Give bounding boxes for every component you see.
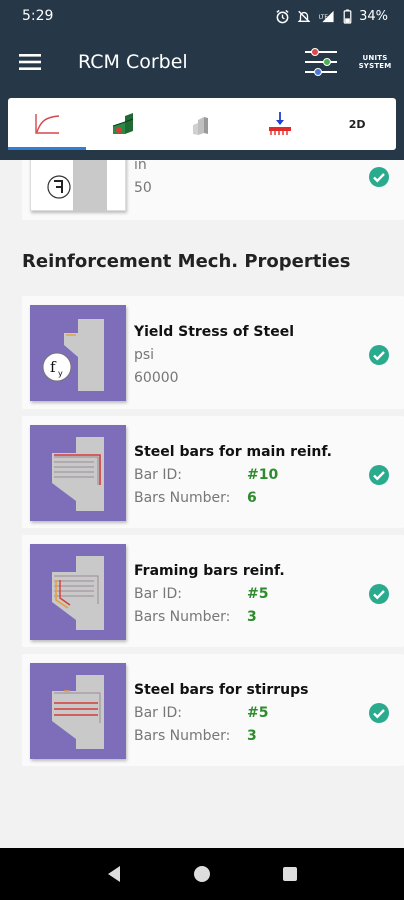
check-icon — [369, 703, 389, 723]
units-label: UNITS — [362, 54, 388, 62]
menu-button[interactable] — [0, 32, 60, 92]
card-title: Yield Stress of Steel — [134, 324, 294, 340]
tab-curve[interactable] — [8, 98, 86, 150]
corbel-3d-icon — [113, 113, 134, 134]
top-card-value: 50 — [134, 180, 152, 196]
system-nav-bar — [0, 848, 404, 900]
app-bar: RCM Corbel UNITS SYSTEM — [0, 32, 404, 92]
home-icon[interactable] — [193, 865, 211, 883]
stirrups-icon — [52, 675, 104, 749]
framing-bars-card[interactable]: Framing bars reinf. Bar ID: #5 Bars Numb… — [22, 535, 404, 647]
card-unit: psi — [134, 347, 155, 363]
card-title: Steel bars for stirrups — [134, 682, 309, 698]
card-label-bars-number: Bars Number: — [134, 728, 231, 744]
card-label-bars-number: Bars Number: — [134, 490, 231, 506]
card-value: 60000 — [134, 370, 179, 386]
alarm-icon — [276, 9, 289, 23]
sliders-icon — [305, 48, 337, 76]
top-card-unit: in — [134, 160, 147, 173]
section-header: Reinforcement Mech. Properties — [0, 232, 404, 294]
section-title: Reinforcement Mech. Properties — [22, 251, 351, 272]
card-value-bars-number: 3 — [247, 609, 257, 625]
stirrups-card[interactable]: Steel bars for stirrups Bar ID: #5 Bars … — [22, 654, 404, 766]
load-arrow-icon — [268, 112, 291, 135]
system-label: SYSTEM — [358, 62, 392, 70]
units-system-button[interactable]: UNITS SYSTEM — [346, 32, 404, 92]
tab-load[interactable] — [241, 98, 319, 150]
card-label-bars-number: Bars Number: — [134, 609, 231, 625]
yield-stress-card[interactable]: f y Yield Stress of Steel psi 60000 — [22, 296, 404, 409]
geometry-card-partial[interactable]: in 50 — [22, 160, 404, 220]
yield-stress-icon: f y — [42, 319, 104, 391]
check-icon — [369, 167, 389, 187]
card-label-bar-id: Bar ID: — [134, 705, 183, 721]
status-time: 5:29 — [22, 8, 54, 24]
corbel-thumbnail — [30, 160, 126, 212]
battery-icon — [343, 8, 352, 24]
tab-corbel-3d[interactable] — [86, 98, 164, 150]
content-scroll[interactable]: in 50 Reinforcement Mech. Properties f y… — [0, 160, 404, 848]
battery-percent: 34% — [359, 8, 388, 24]
app-title: RCM Corbel — [78, 51, 188, 73]
card-value-bar-id: #10 — [247, 467, 279, 483]
card-value-bar-id: #5 — [247, 705, 269, 721]
main-reinf-icon — [52, 437, 104, 511]
main-reinf-thumbnail — [30, 425, 126, 521]
check-icon — [369, 465, 389, 485]
status-bar: 5:29 LTE 34% — [0, 0, 404, 32]
card-title: Framing bars reinf. — [134, 563, 285, 579]
card-value-bars-number: 6 — [247, 490, 257, 506]
tab-column[interactable] — [163, 98, 241, 150]
check-icon — [369, 584, 389, 604]
tab-2d-label: 2D — [348, 117, 366, 131]
tab-2d[interactable]: 2D — [318, 98, 396, 150]
card-value-bar-id: #5 — [247, 586, 269, 602]
tab-bar: 2D — [8, 98, 396, 150]
recents-icon[interactable] — [282, 866, 298, 882]
card-value-bars-number: 3 — [247, 728, 257, 744]
settings-sliders-button[interactable] — [296, 32, 346, 92]
card-label-bar-id: Bar ID: — [134, 586, 183, 602]
hamburger-icon — [19, 54, 41, 70]
svg-text:y: y — [58, 369, 63, 378]
card-title: Steel bars for main reinf. — [134, 444, 332, 460]
back-icon[interactable] — [106, 865, 122, 883]
corbel-dimension-icon — [47, 160, 107, 212]
yield-stress-thumbnail: f y — [30, 305, 126, 401]
notifications-off-icon — [297, 10, 311, 22]
stirrups-thumbnail — [30, 663, 126, 759]
card-label-bar-id: Bar ID: — [134, 467, 183, 483]
column-block-icon — [192, 117, 208, 135]
curve-chart-icon — [35, 114, 59, 134]
lte-signal-icon: LTE — [319, 10, 334, 22]
framing-bars-icon — [52, 556, 104, 630]
main-reinf-card[interactable]: Steel bars for main reinf. Bar ID: #10 B… — [22, 416, 404, 528]
check-icon — [369, 345, 389, 365]
tab-bar-container: 2D — [0, 92, 404, 160]
framing-bars-thumbnail — [30, 544, 126, 640]
